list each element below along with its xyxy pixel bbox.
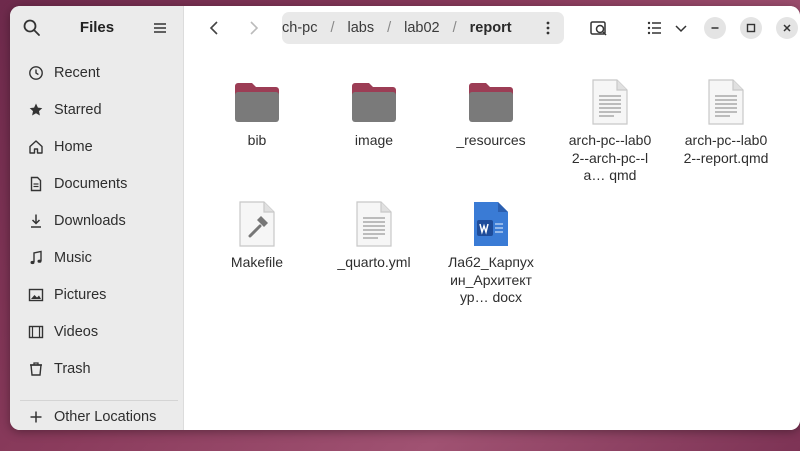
file-item-quarto-yml[interactable]: _quarto.yml xyxy=(324,198,424,272)
breadcrumb-segment[interactable]: lab02 xyxy=(404,20,439,36)
sidebar-item-label: Other Locations xyxy=(54,409,157,425)
sidebar-item-label: Downloads xyxy=(54,213,126,229)
text-file-icon xyxy=(565,76,655,128)
music-note-icon xyxy=(27,249,45,267)
list-view-icon[interactable] xyxy=(644,17,666,39)
sidebar-item-pictures[interactable]: Pictures xyxy=(20,278,178,312)
sidebar-item-videos[interactable]: Videos xyxy=(20,315,178,349)
file-view: bib image _resources arch-pc--lab02--arc… xyxy=(185,50,800,430)
sidebar-item-label: Documents xyxy=(54,176,128,192)
header-bar: ch-pc / labs / lab02 / report xyxy=(184,6,800,50)
sidebar-item-trash[interactable]: Trash xyxy=(20,352,178,386)
file-name: arch-pc--lab02--arch-pc--la… qmd xyxy=(568,132,652,183)
breadcrumb-separator: / xyxy=(452,20,457,36)
sidebar-item-home[interactable]: Home xyxy=(20,130,178,164)
breadcrumb-segment[interactable]: ch-pc xyxy=(282,20,317,36)
sidebar-item-recent[interactable]: Recent xyxy=(20,56,178,90)
sidebar-header: Files xyxy=(10,6,184,50)
sidebar-item-label: Videos xyxy=(54,324,99,340)
breadcrumb-separator: / xyxy=(330,20,335,36)
folder-icon xyxy=(207,76,307,128)
document-icon xyxy=(27,175,45,193)
home-icon xyxy=(27,138,45,156)
maximize-button[interactable] xyxy=(740,17,762,39)
film-icon xyxy=(27,323,45,341)
breadcrumb-segment[interactable]: labs xyxy=(348,20,375,36)
hamburger-menu-icon[interactable] xyxy=(150,18,170,38)
file-name: Makefile xyxy=(230,254,284,270)
close-button[interactable] xyxy=(776,17,798,39)
minimize-button[interactable] xyxy=(704,17,726,39)
file-item-qmd-2[interactable]: arch-pc--lab02--report.qmd xyxy=(681,76,771,167)
file-name: bib xyxy=(247,132,267,148)
file-item-qmd-1[interactable]: arch-pc--lab02--arch-pc--la… qmd xyxy=(565,76,655,185)
sidebar-item-documents[interactable]: Documents xyxy=(20,167,178,201)
file-item-resources[interactable]: _resources xyxy=(441,76,541,150)
folder-icon xyxy=(324,76,424,128)
text-file-icon xyxy=(681,76,771,128)
search-folder-icon[interactable] xyxy=(588,17,610,39)
kebab-menu-icon[interactable] xyxy=(540,19,556,37)
clock-icon xyxy=(27,64,45,82)
plus-icon xyxy=(27,408,45,426)
trash-icon xyxy=(27,360,45,378)
file-name: Лаб2_Карпухин_Архитектур… docx xyxy=(448,254,534,305)
forward-button[interactable] xyxy=(242,17,266,39)
sidebar-item-label: Pictures xyxy=(54,287,107,303)
back-button[interactable] xyxy=(202,17,226,39)
file-name: _resources xyxy=(456,132,526,148)
file-name: _quarto.yml xyxy=(337,254,411,270)
star-icon xyxy=(27,101,45,119)
sidebar-item-label: Recent xyxy=(54,65,100,81)
path-bar: ch-pc / labs / lab02 / report xyxy=(282,12,564,44)
text-file-icon xyxy=(324,198,424,250)
sidebar-item-other-locations[interactable]: Other Locations xyxy=(20,400,178,430)
picture-icon xyxy=(27,286,45,304)
breadcrumb-current[interactable]: report xyxy=(470,20,512,36)
sidebar-item-label: Home xyxy=(54,139,93,155)
sidebar-item-downloads[interactable]: Downloads xyxy=(20,204,178,238)
sidebar-item-music[interactable]: Music xyxy=(20,241,178,275)
file-item-docx[interactable]: Лаб2_Карпухин_Архитектур… docx xyxy=(447,198,535,307)
file-name: arch-pc--lab02--report.qmd xyxy=(683,132,769,166)
sidebar: Files Recent Starred Home Documents Down… xyxy=(10,6,184,430)
folder-icon xyxy=(441,76,541,128)
file-item-image[interactable]: image xyxy=(324,76,424,150)
chevron-down-icon[interactable] xyxy=(670,17,692,39)
sidebar-item-label: Music xyxy=(54,250,92,266)
sidebar-item-label: Starred xyxy=(54,102,102,118)
download-icon xyxy=(27,212,45,230)
file-item-bib[interactable]: bib xyxy=(207,76,307,150)
file-name: image xyxy=(354,132,394,148)
file-manager-window: Files Recent Starred Home Documents Down… xyxy=(10,6,800,430)
sidebar-item-starred[interactable]: Starred xyxy=(20,93,178,127)
makefile-icon xyxy=(207,198,307,250)
sidebar-item-label: Trash xyxy=(54,361,91,377)
file-item-makefile[interactable]: Makefile xyxy=(207,198,307,272)
breadcrumb-separator: / xyxy=(387,20,392,36)
word-document-icon xyxy=(447,198,535,250)
